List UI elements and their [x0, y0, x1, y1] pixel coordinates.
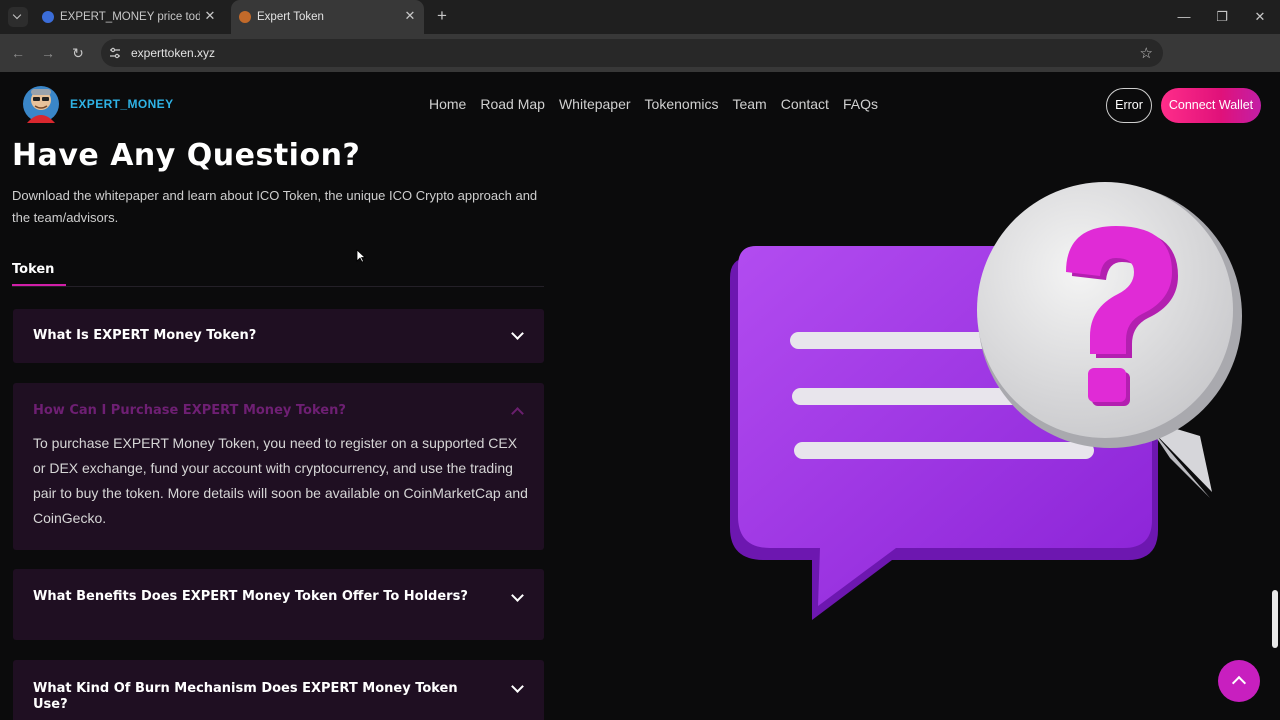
- window-close-icon[interactable]: ✕: [1246, 7, 1274, 27]
- nav-tokenomics[interactable]: Tokenomics: [645, 96, 719, 112]
- chevron-down-icon[interactable]: [511, 680, 524, 693]
- connect-wallet-button[interactable]: Connect Wallet: [1161, 88, 1261, 123]
- reload-icon[interactable]: ↻: [68, 43, 88, 63]
- main-navigation: Home Road Map Whitepaper Tokenomics Team…: [429, 96, 892, 112]
- nav-contact[interactable]: Contact: [781, 96, 829, 112]
- faq-question[interactable]: How Can I Purchase EXPERT Money Token?: [33, 403, 473, 419]
- faq-question[interactable]: What Benefits Does EXPERT Money Token Of…: [33, 589, 473, 605]
- coin-favicon-icon: [42, 11, 54, 23]
- nav-team[interactable]: Team: [732, 96, 766, 112]
- faq-item[interactable]: What Is EXPERT Money Token?: [13, 309, 544, 363]
- nav-faqs[interactable]: FAQs: [843, 96, 878, 112]
- browser-tab-2[interactable]: Expert Token ✕: [231, 0, 424, 34]
- website-viewport: EXPERT_MONEY Home Road Map Whitepaper To…: [0, 72, 1280, 720]
- minimize-icon[interactable]: —: [1170, 7, 1198, 27]
- maximize-icon[interactable]: ❐: [1208, 7, 1236, 27]
- tab-title: EXPERT_MONEY price today, EX: [60, 11, 200, 23]
- new-tab-plus-icon[interactable]: +: [433, 7, 451, 25]
- faq-title: Have Any Question?: [12, 138, 361, 173]
- mouse-cursor-icon: [356, 249, 366, 263]
- tab-token[interactable]: Token: [12, 262, 54, 277]
- error-button[interactable]: Error: [1106, 88, 1152, 123]
- site-settings-icon[interactable]: [109, 47, 121, 59]
- url-text: experttoken.xyz: [131, 46, 216, 60]
- forward-arrow-icon[interactable]: →: [38, 43, 58, 63]
- chevron-down-icon[interactable]: [511, 327, 524, 340]
- address-bar[interactable]: experttoken.xyz ☆: [101, 39, 1163, 67]
- back-arrow-icon[interactable]: ←: [8, 43, 28, 63]
- tab-search-button[interactable]: [8, 7, 28, 27]
- chevron-up-icon[interactable]: [511, 407, 524, 420]
- faq-item[interactable]: What Benefits Does EXPERT Money Token Of…: [13, 569, 544, 640]
- close-icon[interactable]: ✕: [403, 9, 417, 23]
- faq-item[interactable]: How Can I Purchase EXPERT Money Token? T…: [13, 383, 544, 550]
- nav-whitepaper[interactable]: Whitepaper: [559, 96, 631, 112]
- faq-question[interactable]: What Kind Of Burn Mechanism Does EXPERT …: [33, 681, 473, 713]
- browser-tab-1[interactable]: EXPERT_MONEY price today, EX ✕: [34, 0, 224, 34]
- nav-road-map[interactable]: Road Map: [480, 96, 545, 112]
- nav-home[interactable]: Home: [429, 96, 466, 112]
- close-icon[interactable]: ✕: [203, 9, 217, 23]
- site-header: EXPERT_MONEY Home Road Map Whitepaper To…: [0, 72, 1280, 138]
- faq-question[interactable]: What Is EXPERT Money Token?: [33, 328, 473, 344]
- scroll-to-top-button[interactable]: [1218, 660, 1260, 702]
- page-scrollbar-thumb[interactable]: [1272, 590, 1278, 648]
- chevron-down-icon[interactable]: [511, 589, 524, 602]
- faq-item[interactable]: What Kind Of Burn Mechanism Does EXPERT …: [13, 660, 544, 720]
- faq-answer: To purchase EXPERT Money Token, you need…: [33, 435, 528, 526]
- mascot-logo-icon[interactable]: [22, 83, 60, 125]
- question-chat-bubble-illustration: [730, 182, 1242, 620]
- browser-tab-strip: EXPERT_MONEY price today, EX ✕ Expert To…: [0, 0, 1280, 34]
- browser-toolbar: ← → ↻ experttoken.xyz ☆ ⋮: [0, 34, 1280, 96]
- tab-divider: [12, 286, 544, 287]
- brand-name[interactable]: EXPERT_MONEY: [70, 97, 174, 111]
- bookmark-star-icon[interactable]: ☆: [1140, 44, 1153, 62]
- site-favicon-icon: [239, 11, 251, 23]
- faq-subtitle: Download the whitepaper and learn about …: [12, 188, 538, 225]
- tab-title: Expert Token: [257, 11, 324, 23]
